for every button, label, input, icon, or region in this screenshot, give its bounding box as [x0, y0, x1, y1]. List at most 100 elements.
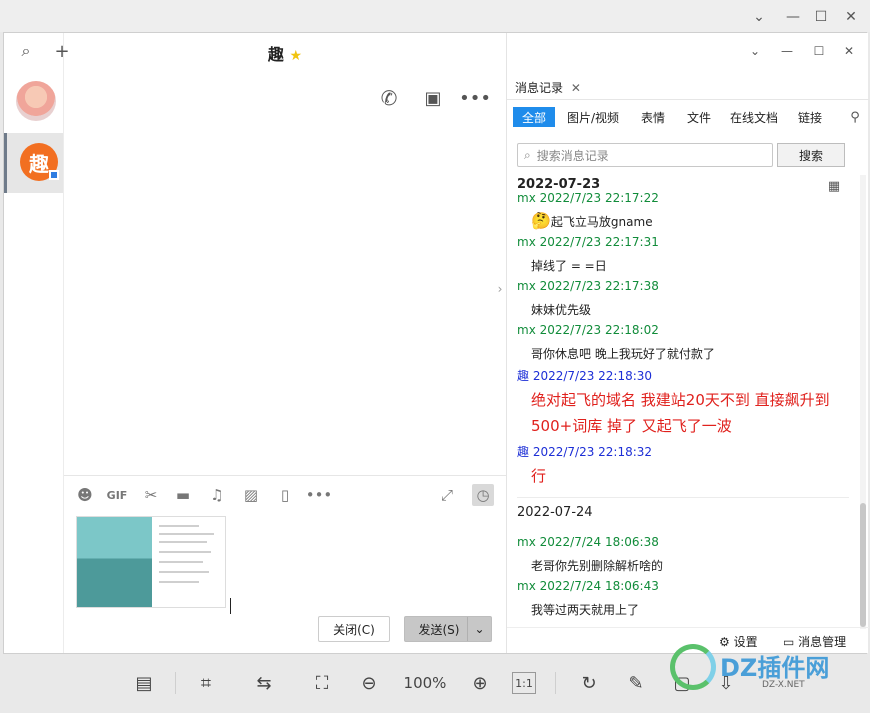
minimize-icon[interactable]: —	[779, 43, 795, 59]
qq-window: ⌕ + 趣 趣 ★ ✆ ▣ ••• › ☻ GIF ✂ ▬ ♫ ▨ ▯ ••• …	[3, 32, 869, 654]
filter-file[interactable]: 文件	[678, 107, 720, 127]
more-icon[interactable]: •••	[306, 484, 333, 506]
avatar[interactable]	[16, 81, 56, 121]
filter-links[interactable]: 链接	[789, 107, 831, 127]
message-body: 起飞立马放gname	[550, 215, 653, 229]
text-cursor	[230, 598, 231, 614]
filter-label: 链接	[798, 110, 823, 125]
tab-history-label: 消息记录	[515, 81, 564, 95]
gif-icon[interactable]: GIF	[106, 484, 128, 506]
chat-panel: 趣 ★ ✆ ▣ ••• › ☻ GIF ✂ ▬ ♫ ▨ ▯ ••• ⤢ ◷ 关闭…	[64, 33, 506, 653]
watermark-logo: DZ插件网 DZ-X.NET	[670, 636, 870, 696]
maximize-icon[interactable]: ☐	[811, 43, 827, 59]
send-button-label: 发送(S)	[418, 622, 460, 637]
expand-icon[interactable]: ⤢	[436, 484, 458, 506]
compose-area: ☻ GIF ✂ ▬ ♫ ▨ ▯ ••• ⤢ ◷ 关闭(C) 发送(S) ⌄	[64, 475, 506, 655]
chevron-right-icon[interactable]: ›	[494, 281, 506, 297]
divider	[517, 497, 849, 498]
phone-icon[interactable]: ✆	[376, 85, 402, 111]
filter-label: 文件	[687, 110, 712, 125]
history-clock-icon[interactable]: ◷	[472, 484, 494, 506]
edit-icon[interactable]: ✎	[622, 669, 650, 697]
fit-screen-icon[interactable]: ⛶	[308, 669, 336, 697]
message-text: 行	[531, 467, 547, 485]
chevron-down-icon[interactable]: ⌄	[467, 617, 491, 641]
ocr-icon[interactable]: ⌗	[192, 669, 220, 697]
chat-title: 趣 ★	[64, 41, 506, 65]
search-button-label: 搜索	[798, 148, 823, 163]
close-button[interactable]: 关闭(C)	[318, 616, 390, 642]
message-sender: mx 2022/7/23 22:18:02	[517, 323, 659, 337]
message-sender: mx 2022/7/23 22:17:31	[517, 235, 659, 249]
message-sender: 趣 2022/7/23 22:18:32	[517, 445, 653, 459]
filter-icon[interactable]: ⚲	[847, 109, 863, 125]
close-icon[interactable]: ✕	[841, 43, 857, 59]
contact-item-active[interactable]: 趣	[4, 133, 63, 193]
maximize-icon[interactable]: ☐	[810, 6, 832, 28]
shake-icon[interactable]: ▯	[274, 484, 296, 506]
filter-label: 全部	[522, 110, 547, 125]
divider	[175, 672, 176, 694]
contact-sidebar: ⌕ + 趣	[4, 33, 70, 653]
zoom-out-icon[interactable]: ⊖	[355, 669, 383, 697]
message-text: 掉线了 = =日	[531, 259, 607, 273]
rotate-icon[interactable]: ↻	[575, 669, 603, 697]
close-icon[interactable]: ✕	[840, 6, 862, 28]
search-icon: ⌕	[524, 147, 531, 162]
contact-name: 趣	[267, 45, 284, 64]
brand-logo-icon	[670, 644, 716, 690]
divider	[555, 672, 556, 694]
filter-label: 图片/视频	[567, 110, 620, 125]
watermark-url: DZ-X.NET	[762, 680, 805, 690]
collapse-icon[interactable]: ⌄	[747, 43, 763, 59]
filter-emoji[interactable]: 表情	[632, 107, 674, 127]
search-placeholder: 搜索消息记录	[536, 148, 609, 163]
emoji-icon[interactable]: ☻	[74, 484, 96, 506]
search-icon[interactable]: ⌕	[16, 41, 36, 61]
close-icon[interactable]: ✕	[571, 81, 581, 95]
message-text: 妹妹优先级	[531, 303, 592, 317]
search-input[interactable]: ⌕ 搜索消息记录	[517, 143, 773, 167]
history-panel: ⌄ — ☐ ✕ 消息记录 ✕ 全部 图片/视频 表情 文件 在线文档 链接 ⚲ …	[506, 33, 869, 653]
message-text: 绝对起飞的域名 我建站20天不到 直接飙升到	[531, 391, 830, 409]
search-button[interactable]: 搜索	[777, 143, 845, 167]
history-scrollbar-thumb[interactable]	[860, 503, 866, 627]
filter-label: 表情	[641, 110, 666, 125]
zoom-in-icon[interactable]: ⊕	[466, 669, 494, 697]
message-text: 🤔起飞立马放gname	[531, 211, 653, 230]
message-sender: mx 2022/7/24 18:06:38	[517, 535, 659, 549]
actual-size-button[interactable]: 1:1	[512, 672, 536, 694]
watermark-brand: DZ插件网	[720, 654, 830, 682]
message-sender: mx 2022/7/23 22:17:22	[517, 191, 659, 205]
close-button-label: 关闭(C)	[333, 622, 375, 637]
divider	[507, 99, 869, 100]
filter-all[interactable]: 全部	[513, 107, 556, 127]
minimize-icon[interactable]: —	[782, 6, 804, 28]
send-button[interactable]: 发送(S) ⌄	[404, 616, 492, 642]
zoom-level: 100%	[403, 674, 447, 692]
tab-history[interactable]: 消息记录 ✕	[515, 79, 581, 97]
message-text: 哥你休息吧 晚上我玩好了就付款了	[531, 347, 715, 361]
viewer-titlebar: ⌄ — ☐ ✕	[0, 0, 870, 32]
pasted-image-thumbnail[interactable]	[76, 516, 226, 608]
message-sender: mx 2022/7/24 18:06:43	[517, 579, 659, 593]
folder-icon[interactable]: ▬	[172, 484, 194, 506]
filter-online-docs[interactable]: 在线文档	[721, 107, 787, 127]
message-sender: 趣 2022/7/23 22:18:30	[517, 369, 653, 383]
thinking-emoji-icon: 🤔	[531, 211, 551, 230]
message-text: 老哥你先别删除解析啥的	[531, 559, 664, 573]
message-text: 500+词库 掉了 又起飞了一波	[531, 417, 732, 435]
music-icon[interactable]: ♫	[206, 484, 228, 506]
more-icon[interactable]: •••	[459, 85, 491, 111]
status-badge	[49, 170, 59, 180]
filter-label: 在线文档	[730, 110, 779, 125]
translate-icon[interactable]: ⇆	[250, 669, 278, 697]
message-text: 我等过两天就用上了	[531, 603, 640, 617]
thumbnail-view-icon[interactable]: ▤	[130, 669, 158, 697]
video-call-icon[interactable]: ▣	[420, 85, 446, 111]
scissors-icon[interactable]: ✂	[140, 484, 162, 506]
image-icon[interactable]: ▨	[240, 484, 262, 506]
date-header: 2022-07-23	[517, 177, 601, 192]
collapse-icon[interactable]: ⌄	[748, 6, 770, 28]
filter-media[interactable]: 图片/视频	[558, 107, 628, 127]
